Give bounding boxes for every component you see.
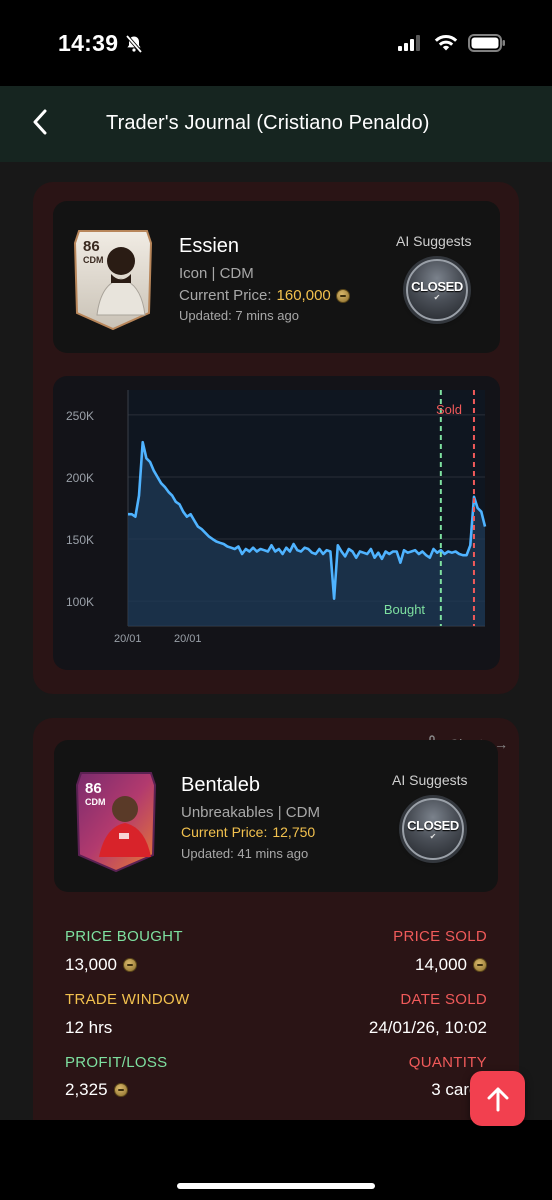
price-bought-text: 13,000 bbox=[65, 955, 117, 974]
app-header: Trader's Journal (Cristiano Penaldo) bbox=[0, 86, 552, 162]
player-subtitle: Icon | CDM bbox=[179, 265, 254, 282]
bell-muted-icon bbox=[125, 34, 143, 54]
current-price: Current Price: 160,000 bbox=[179, 287, 350, 304]
updated-time: Updated: 7 mins ago bbox=[179, 308, 299, 323]
home-bar bbox=[0, 1152, 552, 1200]
coin-icon bbox=[123, 958, 137, 972]
profit-loss-value: 2,325 bbox=[65, 1080, 128, 1100]
journal-list[interactable]: 86 CDM Essien Icon | CDM Current Price: … bbox=[0, 162, 552, 1120]
player-card-image: 86 CDM bbox=[75, 769, 157, 873]
status-time: 14:39 bbox=[58, 30, 119, 56]
home-indicator[interactable] bbox=[177, 1183, 375, 1189]
player-subtitle: Unbreakables | CDM bbox=[181, 804, 320, 821]
closed-badge: CLOSED ✔ bbox=[402, 798, 464, 860]
player-card-image: 86 CDM bbox=[73, 227, 153, 331]
ai-suggests-label: AI Suggests bbox=[392, 772, 468, 788]
profit-loss-label: PROFIT/LOSS bbox=[65, 1054, 168, 1071]
price-bought-value: 13,000 bbox=[65, 955, 137, 975]
price-bought-label: PRICE BOUGHT bbox=[65, 928, 183, 945]
back-button[interactable] bbox=[18, 100, 62, 144]
coin-icon bbox=[113, 1083, 128, 1097]
trade-card-bentaleb[interactable]: Charts → 86 bbox=[33, 718, 519, 1120]
coin-icon bbox=[335, 288, 350, 303]
player-name: Essien bbox=[179, 235, 240, 257]
x-tick-label: 20/01 bbox=[114, 633, 142, 645]
signal-icon bbox=[398, 35, 420, 51]
badge-text: CLOSED bbox=[411, 278, 463, 294]
chevron-left-icon bbox=[33, 109, 47, 135]
price-label: Current Price: bbox=[181, 824, 268, 840]
y-tick-label: 200K bbox=[66, 471, 94, 485]
quantity-label: QUANTITY bbox=[408, 1054, 487, 1071]
y-tick-label: 250K bbox=[66, 409, 94, 423]
marker-label-bought: Bought bbox=[384, 602, 426, 617]
scroll-to-top-button[interactable] bbox=[470, 1071, 525, 1126]
price-sold-value: 14,000 bbox=[415, 955, 487, 975]
player-summary[interactable]: 86 CDM Bentaleb Unbreakables | CDM Curre… bbox=[54, 740, 498, 892]
price-sold-text: 14,000 bbox=[415, 955, 467, 974]
arrow-up-icon bbox=[487, 1087, 508, 1111]
price-value: 160,000 bbox=[276, 287, 331, 304]
price-sold-label: PRICE SOLD bbox=[393, 928, 487, 945]
card-rating: 86 bbox=[83, 238, 100, 255]
badge-text: CLOSED bbox=[407, 817, 459, 833]
card-rating: 86 bbox=[85, 780, 102, 797]
date-sold-value: 24/01/26, 10:02 bbox=[368, 1018, 487, 1037]
card-position: CDM bbox=[85, 797, 106, 807]
battery-icon bbox=[468, 34, 505, 52]
coin-icon bbox=[473, 958, 487, 972]
closed-badge: CLOSED ✔ bbox=[406, 259, 468, 321]
player-name: Bentaleb bbox=[181, 774, 260, 796]
card-position: CDM bbox=[83, 255, 104, 265]
x-tick-label: 20/01 bbox=[174, 633, 202, 645]
price-label: Current Price: bbox=[179, 287, 272, 304]
check-icon: ✔ bbox=[433, 292, 441, 302]
profit-loss-text: 2,325 bbox=[65, 1080, 108, 1099]
status-bar: 14:39 bbox=[0, 0, 552, 86]
price-value: 12,750 bbox=[272, 824, 316, 840]
date-sold-label: DATE SOLD bbox=[400, 991, 487, 1008]
price-chart[interactable]: 250K 200K 150K 100K Bought Sold 20/01 20/01 bbox=[53, 376, 500, 670]
price-chart-svg: 250K 200K 150K 100K Bought Sold 20/01 20/01 bbox=[66, 390, 487, 645]
check-icon: ✔ bbox=[429, 831, 437, 841]
marker-label-sold: Sold bbox=[436, 402, 462, 417]
y-tick-label: 100K bbox=[66, 595, 94, 609]
player-summary[interactable]: 86 CDM Essien Icon | CDM Current Price: … bbox=[53, 201, 500, 353]
trade-card-essien[interactable]: 86 CDM Essien Icon | CDM Current Price: … bbox=[33, 182, 519, 694]
page-title: Trader's Journal (Cristiano Penaldo) bbox=[106, 112, 430, 134]
status-icons bbox=[398, 34, 506, 52]
trade-window-value: 12 hrs bbox=[65, 1018, 113, 1037]
trade-window-label: TRADE WINDOW bbox=[65, 991, 190, 1008]
updated-time: Updated: 41 mins ago bbox=[181, 846, 309, 861]
current-price: Current Price: 12,750 bbox=[181, 824, 315, 840]
ai-suggests-label: AI Suggests bbox=[396, 233, 472, 249]
y-tick-label: 150K bbox=[66, 533, 94, 547]
wifi-icon bbox=[434, 34, 458, 51]
